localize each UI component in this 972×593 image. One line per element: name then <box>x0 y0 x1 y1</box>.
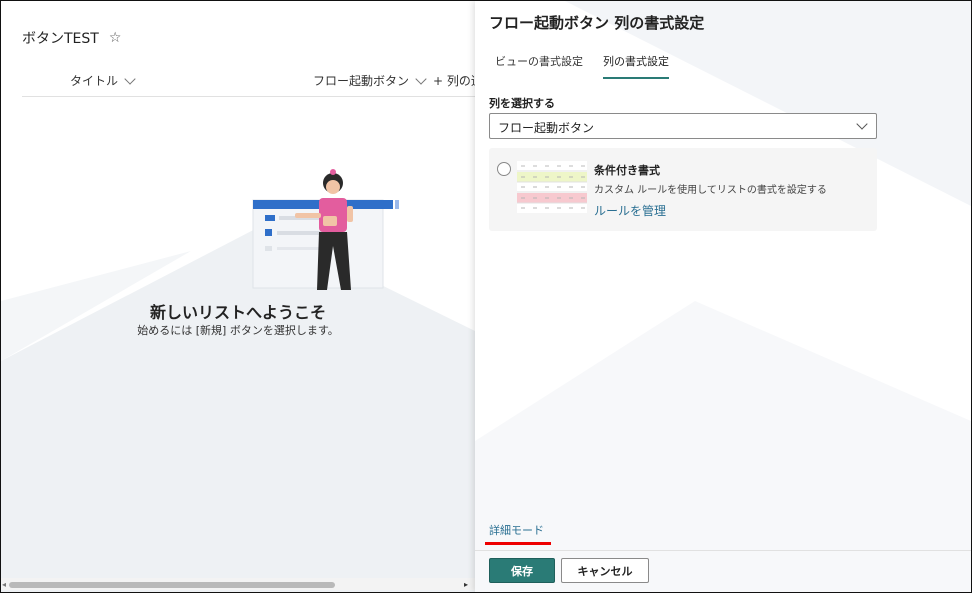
panel-background-shape <box>475 1 971 592</box>
column-select-value: フロー起動ボタン <box>498 121 595 135</box>
highlight-underline <box>485 542 551 545</box>
list-view: ボタンTEST ☆ タイトル フロー起動ボタン + 列の追 <box>1 1 475 592</box>
conditional-format-thumbnail <box>517 161 587 213</box>
save-button[interactable]: 保存 <box>489 558 555 583</box>
background-shape <box>1 226 475 592</box>
advanced-mode-link[interactable]: 詳細モード <box>489 522 544 538</box>
add-column-button[interactable]: + 列の追 <box>433 72 475 89</box>
chevron-down-icon <box>415 72 427 85</box>
scroll-right-icon[interactable]: ▸ <box>464 580 468 589</box>
star-icon[interactable]: ☆ <box>109 30 122 46</box>
scrollbar-thumb[interactable] <box>9 582 335 588</box>
chevron-down-icon <box>124 72 136 85</box>
format-column-panel: フロー起動ボタン 列の書式設定 ビューの書式設定 列の書式設定 列を選択する フ… <box>475 1 971 592</box>
column-header-label: タイトル <box>70 74 119 88</box>
column-select[interactable]: フロー起動ボタン <box>489 113 877 139</box>
cancel-button[interactable]: キャンセル <box>561 558 649 583</box>
column-header-label: フロー起動ボタン <box>313 74 410 88</box>
manage-rules-link[interactable]: ルールを管理 <box>594 202 666 219</box>
window: ボタンTEST ☆ タイトル フロー起動ボタン + 列の追 <box>0 0 972 593</box>
header-divider <box>22 96 475 97</box>
list-title-text: ボタンTEST <box>22 31 99 47</box>
tab-column-formatting[interactable]: 列の書式設定 <box>603 53 669 79</box>
scroll-left-icon[interactable]: ◂ <box>2 580 6 589</box>
welcome-illustration <box>252 169 399 290</box>
option-title: 条件付き書式 <box>594 164 660 177</box>
add-column-label: + 列の追 <box>433 74 475 88</box>
option-radio[interactable] <box>497 162 511 176</box>
conditional-formatting-option[interactable]: 条件付き書式 カスタム ルールを使用してリストの書式を設定する ルールを管理 <box>489 148 877 231</box>
panel-tabs: ビューの書式設定 列の書式設定 <box>495 53 669 79</box>
tab-view-formatting[interactable]: ビューの書式設定 <box>495 53 583 79</box>
welcome-subtitle: 始めるには [新規] ボタンを選択します。 <box>137 324 339 337</box>
welcome-title: 新しいリストへようこそ <box>149 303 326 322</box>
list-title: ボタンTEST ☆ <box>22 28 121 48</box>
option-description: カスタム ルールを使用してリストの書式を設定する <box>594 185 827 196</box>
column-header-flow-button[interactable]: フロー起動ボタン <box>313 72 427 89</box>
panel-title: フロー起動ボタン 列の書式設定 <box>489 14 705 32</box>
select-column-label: 列を選択する <box>489 97 555 110</box>
column-header-title[interactable]: タイトル <box>70 72 136 89</box>
chevron-down-icon <box>856 118 868 130</box>
footer-divider <box>475 550 971 551</box>
